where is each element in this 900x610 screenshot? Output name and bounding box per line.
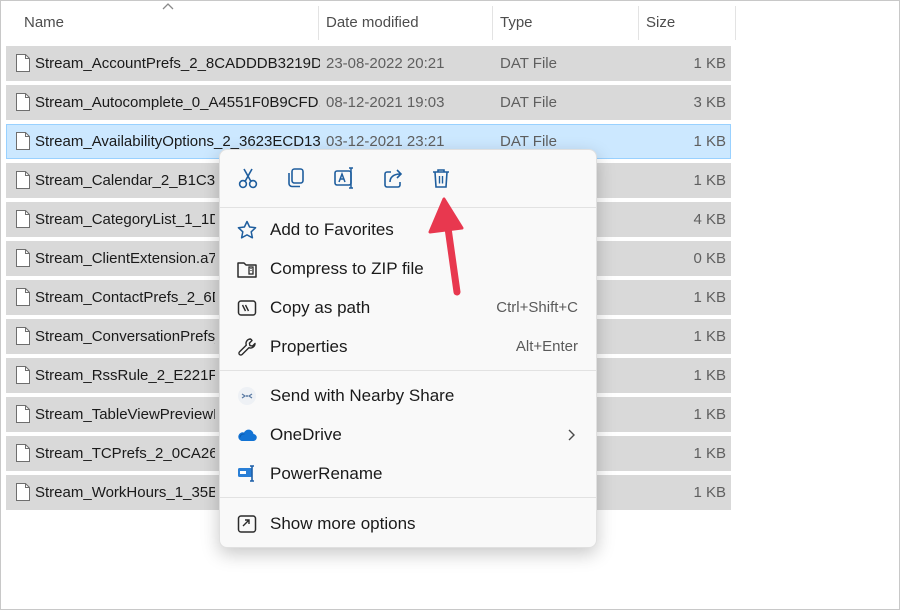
menu-item-label: Add to Favorites	[270, 220, 394, 239]
file-row[interactable]: Stream_AccountPrefs_2_8CADDDB3219D... 23…	[6, 46, 731, 81]
column-size[interactable]: Size	[646, 0, 675, 46]
menu-item-show-more-options[interactable]: Show more options	[220, 505, 596, 543]
file-icon	[16, 210, 30, 228]
file-size: 3 KB	[693, 94, 726, 111]
menu-item-add-to-favorites[interactable]: Add to Favorites	[220, 211, 596, 249]
file-name: Stream_WorkHours_1_35B09A	[35, 484, 215, 501]
file-icon	[16, 171, 30, 189]
file-size: 1 KB	[693, 406, 726, 423]
file-size: 1 KB	[693, 484, 726, 501]
menu-separator	[220, 207, 596, 208]
file-name: Stream_ConversationPrefs_2_	[35, 328, 215, 345]
menu-item-label: Send with Nearby Share	[270, 386, 455, 405]
file-name: Stream_AccountPrefs_2_8CADDDB3219D...	[35, 55, 320, 72]
file-type: DAT File	[500, 55, 557, 72]
menu-item-shortcut: Alt+Enter	[515, 338, 578, 355]
file-size: 1 KB	[693, 289, 726, 306]
menu-item-label: Show more options	[270, 514, 416, 533]
onedrive-icon	[238, 429, 257, 442]
context-menu: Add to Favorites Compress to ZIP file Co…	[219, 149, 597, 548]
menu-item-label: Properties	[270, 337, 348, 356]
file-name: Stream_Calendar_2_B1C3D2A	[35, 172, 215, 189]
powerrename-icon	[238, 465, 254, 482]
file-date: 23-08-2022 20:21	[326, 55, 445, 72]
file-name: Stream_TCPrefs_2_0CA26865	[35, 445, 215, 462]
menu-item-copy-as-path[interactable]: Copy as path Ctrl+Shift+C	[220, 289, 596, 327]
zip-icon	[237, 262, 257, 278]
menu-item-label: Compress to ZIP file	[270, 259, 424, 278]
menu-separator	[220, 370, 596, 371]
menu-item-label: PowerRename	[270, 464, 383, 483]
menu-item-label: OneDrive	[270, 425, 342, 444]
file-name: Stream_TableViewPreviewPre	[35, 406, 215, 423]
file-icon	[16, 132, 30, 150]
delete-icon	[433, 169, 449, 188]
file-name: Stream_Autocomplete_0_A4551F0B9CFD...	[35, 94, 320, 111]
file-icon	[16, 54, 30, 72]
column-date-modified[interactable]: Date modified	[326, 0, 419, 46]
file-size: 1 KB	[693, 445, 726, 462]
menu-separator	[220, 497, 596, 498]
file-size: 1 KB	[693, 367, 726, 384]
copy-path-icon	[237, 300, 257, 316]
file-size: 1 KB	[693, 328, 726, 345]
file-row[interactable]: Stream_Autocomplete_0_A4551F0B9CFD... 08…	[6, 85, 731, 120]
file-date: 08-12-2021 19:03	[326, 94, 445, 111]
column-divider[interactable]	[492, 6, 493, 40]
file-icon	[16, 249, 30, 267]
column-divider[interactable]	[638, 6, 639, 40]
file-size: 1 KB	[693, 133, 726, 150]
file-icon	[16, 405, 30, 423]
file-size: 1 KB	[693, 172, 726, 189]
rename-icon	[334, 167, 353, 189]
file-size: 0 KB	[693, 250, 726, 267]
share-button[interactable]	[379, 164, 407, 192]
file-icon	[16, 288, 30, 306]
wrench-icon	[238, 338, 256, 356]
chevron-right-icon	[568, 429, 575, 441]
column-type[interactable]: Type	[500, 0, 533, 46]
column-name[interactable]: Name	[24, 0, 64, 46]
file-icon	[16, 366, 30, 384]
file-icon	[16, 93, 30, 111]
copy-icon	[288, 168, 304, 188]
file-icon	[16, 444, 30, 462]
file-name: Stream_RssRule_2_E221FF425	[35, 367, 215, 384]
cut-button[interactable]	[234, 164, 262, 192]
menu-item-powerrename[interactable]: PowerRename	[220, 455, 596, 493]
file-size: 4 KB	[693, 211, 726, 228]
star-icon	[237, 220, 257, 239]
column-header: Name Date modified Type Size	[0, 0, 736, 46]
file-icon	[16, 327, 30, 345]
menu-item-nearby-share[interactable]: Send with Nearby Share	[220, 377, 596, 415]
file-name: Stream_ClientExtension.a7ca	[35, 250, 215, 267]
file-size: 1 KB	[693, 55, 726, 72]
share-icon	[384, 169, 403, 188]
show-more-options-icon	[237, 515, 257, 533]
nearby-share-icon	[238, 387, 256, 405]
menu-item-compress-zip[interactable]: Compress to ZIP file	[220, 250, 596, 288]
file-name: Stream_CategoryList_1_1D1F	[35, 211, 215, 228]
file-icon	[16, 483, 30, 501]
copy-button[interactable]	[282, 164, 310, 192]
cut-icon	[238, 168, 258, 189]
rename-button[interactable]	[330, 164, 358, 192]
menu-item-properties[interactable]: Properties Alt+Enter	[220, 328, 596, 366]
menu-item-label: Copy as path	[270, 298, 371, 317]
file-name: Stream_ContactPrefs_2_6DB5	[35, 289, 215, 306]
menu-item-onedrive[interactable]: OneDrive	[220, 416, 596, 454]
sort-ascending-icon	[162, 3, 174, 10]
delete-button[interactable]	[427, 164, 455, 192]
file-type: DAT File	[500, 94, 557, 111]
menu-item-shortcut: Ctrl+Shift+C	[496, 299, 578, 316]
column-divider[interactable]	[318, 6, 319, 40]
column-divider[interactable]	[735, 6, 736, 40]
